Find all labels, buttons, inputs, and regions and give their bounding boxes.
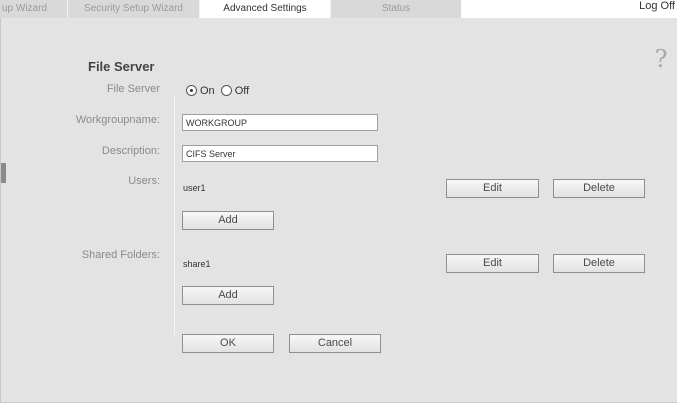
file-server-off-label[interactable]: Off: [235, 85, 249, 97]
help-question-icon[interactable]: ?: [652, 46, 670, 72]
logoff-link[interactable]: Log Off: [639, 0, 675, 14]
shared-folder-edit-button[interactable]: Edit: [446, 254, 539, 273]
file-server-on-radio[interactable]: [186, 85, 197, 96]
user-edit-button[interactable]: Edit: [446, 179, 539, 198]
tab-status[interactable]: Status: [331, 0, 461, 18]
page-title: File Server: [88, 59, 155, 74]
file-server-radio-group: On Off: [186, 85, 255, 99]
shared-folders-label: Shared Folders:: [81, 249, 160, 261]
scroll-indicator[interactable]: [1, 163, 6, 183]
tab-setup-wizard[interactable]: up Wizard: [0, 0, 68, 18]
ok-button[interactable]: OK: [182, 334, 274, 353]
users-label: Users:: [128, 175, 160, 187]
page: up Wizard Security Setup Wizard Advanced…: [0, 0, 677, 403]
cancel-button[interactable]: Cancel: [289, 334, 381, 353]
user-delete-button[interactable]: Delete: [553, 179, 645, 198]
tab-bar: up Wizard Security Setup Wizard Advanced…: [0, 0, 677, 18]
user-item-name: user1: [183, 183, 206, 193]
tab-security-setup-wizard[interactable]: Security Setup Wizard: [68, 0, 200, 18]
description-label: Description:: [101, 145, 160, 157]
workgroup-input[interactable]: [182, 114, 378, 131]
workgroup-label: Workgroupname:: [75, 114, 160, 126]
file-server-label: File Server: [106, 83, 160, 95]
add-shared-folder-button[interactable]: Add: [182, 286, 274, 305]
shared-folder-item-name: share1: [183, 259, 211, 269]
add-user-button[interactable]: Add: [182, 211, 274, 230]
file-server-on-label[interactable]: On: [200, 85, 215, 97]
shared-folder-delete-button[interactable]: Delete: [553, 254, 645, 273]
tab-advanced-settings[interactable]: Advanced Settings: [200, 0, 331, 18]
file-server-off-radio[interactable]: [220, 85, 232, 96]
description-input[interactable]: [182, 145, 378, 162]
form-divider: [174, 95, 175, 335]
